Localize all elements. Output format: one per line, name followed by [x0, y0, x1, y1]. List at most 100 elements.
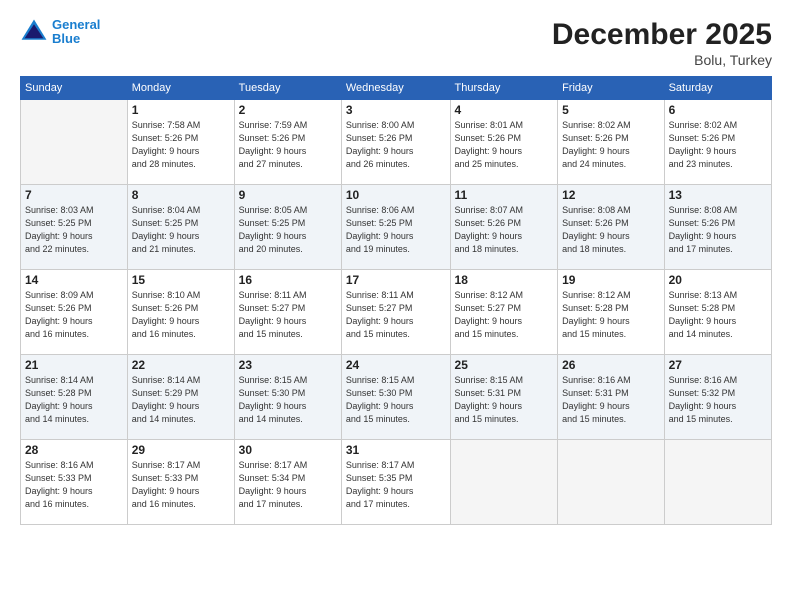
calendar-cell: 10 Sunrise: 8:06 AMSunset: 5:25 PMDayligh…	[341, 185, 450, 270]
day-number: 24	[346, 358, 446, 372]
weekday-header: Friday	[558, 77, 665, 100]
day-info: Sunrise: 8:02 AMSunset: 5:26 PMDaylight:…	[669, 119, 767, 171]
day-number: 22	[132, 358, 230, 372]
logo-line1: General	[52, 18, 100, 32]
day-number: 25	[455, 358, 554, 372]
location: Bolu, Turkey	[552, 52, 772, 68]
day-number: 16	[239, 273, 337, 287]
day-number: 28	[25, 443, 123, 457]
calendar-cell: 3Sunrise: 8:00 AMSunset: 5:26 PMDaylight…	[341, 100, 450, 185]
day-number: 19	[562, 273, 660, 287]
logo: General Blue	[20, 18, 100, 47]
day-number: 27	[669, 358, 767, 372]
calendar-cell: 16Sunrise: 8:11 AMSunset: 5:27 PMDayligh…	[234, 270, 341, 355]
calendar-cell: 6 Sunrise: 8:02 AMSunset: 5:26 PMDaylight…	[664, 100, 771, 185]
calendar-cell: 11 Sunrise: 8:07 AMSunset: 5:26 PMDayligh…	[450, 185, 558, 270]
day-number: 9	[239, 188, 337, 202]
day-info: Sunrise: 8:08 AMSunset: 5:26 PMDaylight:…	[669, 204, 767, 256]
calendar-table: SundayMondayTuesdayWednesdayThursdayFrid…	[20, 76, 772, 525]
day-info: Sunrise: 8:17 AMSunset: 5:34 PMDaylight:…	[239, 459, 337, 511]
day-info: Sunrise: 8:05 AMSunset: 5:25 PMDaylight:…	[239, 204, 337, 256]
calendar-cell: 13 Sunrise: 8:08 AMSunset: 5:26 PMDayligh…	[664, 185, 771, 270]
calendar-cell: 14 Sunrise: 8:09 AMSunset: 5:26 PMDayligh…	[21, 270, 128, 355]
day-info: Sunrise: 8:03 AMSunset: 5:25 PMDaylight:…	[25, 204, 123, 256]
day-number: 11	[455, 188, 554, 202]
day-number: 7	[25, 188, 123, 202]
day-number: 12	[562, 188, 660, 202]
calendar-cell: 24 Sunrise: 8:15 AMSunset: 5:30 PMDayligh…	[341, 355, 450, 440]
day-info: Sunrise: 8:15 AMSunset: 5:30 PMDaylight:…	[346, 374, 446, 426]
weekday-header: Saturday	[664, 77, 771, 100]
day-number: 14	[25, 273, 123, 287]
calendar-cell: 27 Sunrise: 8:16 AMSunset: 5:32 PMDayligh…	[664, 355, 771, 440]
day-number: 6	[669, 103, 767, 117]
weekday-header: Sunday	[21, 77, 128, 100]
day-number: 17	[346, 273, 446, 287]
day-info: Sunrise: 8:07 AMSunset: 5:26 PMDaylight:…	[455, 204, 554, 256]
day-info: Sunrise: 8:02 AMSunset: 5:26 PMDaylight:…	[562, 119, 660, 171]
day-info: Sunrise: 8:13 AMSunset: 5:28 PMDaylight:…	[669, 289, 767, 341]
day-number: 15	[132, 273, 230, 287]
calendar-cell	[21, 100, 128, 185]
logo-text: General Blue	[52, 18, 100, 47]
day-number: 31	[346, 443, 446, 457]
day-number: 4	[455, 103, 554, 117]
calendar-cell	[450, 440, 558, 525]
day-number: 29	[132, 443, 230, 457]
day-info: Sunrise: 8:10 AMSunset: 5:26 PMDaylight:…	[132, 289, 230, 341]
calendar-cell: 30 Sunrise: 8:17 AMSunset: 5:34 PMDayligh…	[234, 440, 341, 525]
calendar-cell: 25 Sunrise: 8:15 AMSunset: 5:31 PMDayligh…	[450, 355, 558, 440]
day-number: 1	[132, 103, 230, 117]
day-info: Sunrise: 8:15 AMSunset: 5:30 PMDaylight:…	[239, 374, 337, 426]
title-block: December 2025 Bolu, Turkey	[552, 18, 772, 68]
day-info: Sunrise: 8:06 AMSunset: 5:25 PMDaylight:…	[346, 204, 446, 256]
day-number: 21	[25, 358, 123, 372]
day-info: Sunrise: 8:09 AMSunset: 5:26 PMDaylight:…	[25, 289, 123, 341]
month-title: December 2025	[552, 18, 772, 52]
page: General Blue December 2025 Bolu, Turkey …	[0, 0, 792, 612]
day-info: Sunrise: 7:58 AMSunset: 5:26 PMDaylight:…	[132, 119, 230, 171]
calendar-cell: 12Sunrise: 8:08 AMSunset: 5:26 PMDayligh…	[558, 185, 665, 270]
weekday-header: Tuesday	[234, 77, 341, 100]
day-info: Sunrise: 8:12 AMSunset: 5:27 PMDaylight:…	[455, 289, 554, 341]
calendar-cell: 8 Sunrise: 8:04 AMSunset: 5:25 PMDaylight…	[127, 185, 234, 270]
calendar-cell: 17 Sunrise: 8:11 AMSunset: 5:27 PMDayligh…	[341, 270, 450, 355]
day-number: 18	[455, 273, 554, 287]
weekday-header: Wednesday	[341, 77, 450, 100]
calendar-cell: 22Sunrise: 8:14 AMSunset: 5:29 PMDayligh…	[127, 355, 234, 440]
weekday-header: Thursday	[450, 77, 558, 100]
calendar-cell: 5Sunrise: 8:02 AMSunset: 5:26 PMDaylight…	[558, 100, 665, 185]
day-info: Sunrise: 8:17 AMSunset: 5:35 PMDaylight:…	[346, 459, 446, 511]
calendar-cell: 9 Sunrise: 8:05 AMSunset: 5:25 PMDaylight…	[234, 185, 341, 270]
logo-line2: Blue	[52, 32, 100, 46]
day-info: Sunrise: 8:15 AMSunset: 5:31 PMDaylight:…	[455, 374, 554, 426]
day-number: 8	[132, 188, 230, 202]
calendar-cell: 4 Sunrise: 8:01 AMSunset: 5:26 PMDaylight…	[450, 100, 558, 185]
calendar-cell: 21 Sunrise: 8:14 AMSunset: 5:28 PMDayligh…	[21, 355, 128, 440]
day-info: Sunrise: 8:04 AMSunset: 5:25 PMDaylight:…	[132, 204, 230, 256]
calendar-cell: 23 Sunrise: 8:15 AMSunset: 5:30 PMDayligh…	[234, 355, 341, 440]
calendar-cell: 19Sunrise: 8:12 AMSunset: 5:28 PMDayligh…	[558, 270, 665, 355]
day-info: Sunrise: 8:01 AMSunset: 5:26 PMDaylight:…	[455, 119, 554, 171]
calendar-cell: 31 Sunrise: 8:17 AMSunset: 5:35 PMDayligh…	[341, 440, 450, 525]
weekday-header: Monday	[127, 77, 234, 100]
day-info: Sunrise: 8:11 AMSunset: 5:27 PMDaylight:…	[346, 289, 446, 341]
day-number: 23	[239, 358, 337, 372]
calendar-cell: 18 Sunrise: 8:12 AMSunset: 5:27 PMDayligh…	[450, 270, 558, 355]
day-info: Sunrise: 8:14 AMSunset: 5:28 PMDaylight:…	[25, 374, 123, 426]
calendar-cell: 28 Sunrise: 8:16 AMSunset: 5:33 PMDayligh…	[21, 440, 128, 525]
day-info: Sunrise: 8:16 AMSunset: 5:31 PMDaylight:…	[562, 374, 660, 426]
calendar-cell	[558, 440, 665, 525]
day-info: Sunrise: 7:59 AMSunset: 5:26 PMDaylight:…	[239, 119, 337, 171]
logo-icon	[20, 18, 48, 46]
day-number: 2	[239, 103, 337, 117]
day-info: Sunrise: 8:16 AMSunset: 5:33 PMDaylight:…	[25, 459, 123, 511]
calendar-cell: 15 Sunrise: 8:10 AMSunset: 5:26 PMDayligh…	[127, 270, 234, 355]
day-number: 20	[669, 273, 767, 287]
day-info: Sunrise: 8:17 AMSunset: 5:33 PMDaylight:…	[132, 459, 230, 511]
day-number: 13	[669, 188, 767, 202]
day-number: 10	[346, 188, 446, 202]
day-info: Sunrise: 8:16 AMSunset: 5:32 PMDaylight:…	[669, 374, 767, 426]
day-number: 30	[239, 443, 337, 457]
calendar-cell: 20 Sunrise: 8:13 AMSunset: 5:28 PMDayligh…	[664, 270, 771, 355]
